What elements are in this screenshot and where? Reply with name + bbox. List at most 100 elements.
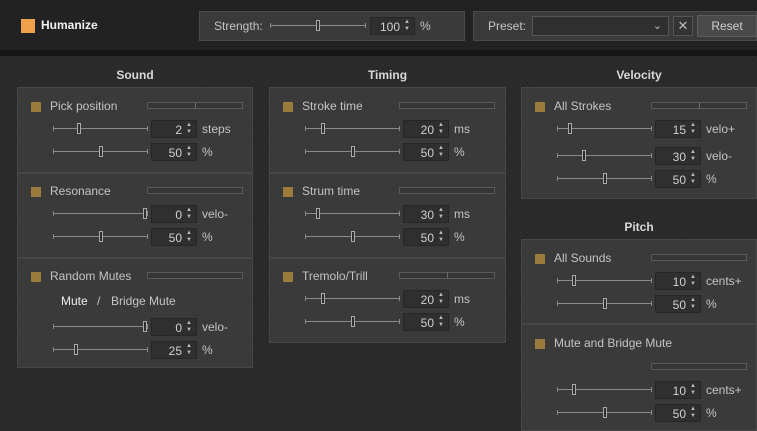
spin-arrows-icon[interactable]: ▲ ▼ bbox=[185, 343, 193, 357]
pick-position-checkbox[interactable] bbox=[31, 102, 41, 112]
all-strokes-checkbox[interactable] bbox=[535, 102, 545, 112]
spin-arrows-icon[interactable]: ▲ ▼ bbox=[689, 406, 697, 420]
value-spinbox[interactable]: 50 ▲ ▼ bbox=[655, 404, 701, 422]
value-spinbox[interactable]: 10 ▲ ▼ bbox=[655, 272, 701, 290]
value-spinbox[interactable]: 50 ▲ ▼ bbox=[655, 295, 701, 313]
slider-thumb[interactable] bbox=[581, 150, 586, 161]
slider-thumb[interactable] bbox=[316, 208, 321, 219]
spin-arrows-icon[interactable]: ▲ ▼ bbox=[437, 145, 445, 159]
slider[interactable] bbox=[305, 123, 400, 135]
slider[interactable] bbox=[557, 173, 652, 185]
spin-arrows-icon[interactable]: ▲ ▼ bbox=[437, 292, 445, 306]
value-spinbox[interactable]: 20 ▲ ▼ bbox=[403, 290, 449, 308]
spin-arrows-icon[interactable]: ▲ ▼ bbox=[689, 297, 697, 311]
random-mutes-checkbox[interactable] bbox=[31, 272, 41, 282]
value-spinbox[interactable]: 0 ▲ ▼ bbox=[151, 318, 197, 336]
slider[interactable] bbox=[53, 123, 148, 135]
preset-clear-button[interactable]: ✕ bbox=[673, 16, 693, 36]
slider[interactable] bbox=[305, 231, 400, 243]
slider[interactable] bbox=[557, 384, 652, 396]
spin-arrows-icon[interactable]: ▲ ▼ bbox=[689, 383, 697, 397]
spin-arrows-icon[interactable]: ▲ ▼ bbox=[437, 122, 445, 136]
slider-thumb[interactable] bbox=[602, 298, 607, 309]
spin-arrows-icon[interactable]: ▲ ▼ bbox=[689, 149, 697, 163]
slider-thumb[interactable] bbox=[98, 231, 103, 242]
slider-thumb[interactable] bbox=[143, 321, 148, 332]
spin-arrows-icon[interactable]: ▲ ▼ bbox=[185, 145, 193, 159]
slider-thumb[interactable] bbox=[602, 407, 607, 418]
spin-arrows-icon[interactable]: ▲ ▼ bbox=[689, 122, 697, 136]
slider[interactable] bbox=[305, 316, 400, 328]
group-random-mutes: Random Mutes Mute / Bridge Mute 0 ▲ ▼ velo… bbox=[17, 258, 253, 368]
strum-time-checkbox[interactable] bbox=[283, 187, 293, 197]
value-spinbox[interactable]: 50 ▲ ▼ bbox=[403, 313, 449, 331]
resonance-checkbox[interactable] bbox=[31, 187, 41, 197]
slider[interactable] bbox=[557, 275, 652, 287]
value-spinbox[interactable]: 30 ▲ ▼ bbox=[403, 205, 449, 223]
preset-panel: Preset: ⌄ ✕ Reset bbox=[473, 11, 757, 41]
slider[interactable] bbox=[53, 231, 148, 243]
humanize-toggle[interactable] bbox=[21, 19, 35, 33]
spin-arrows-icon[interactable]: ▲ ▼ bbox=[403, 19, 411, 33]
slider-thumb[interactable] bbox=[321, 123, 326, 134]
value-spinbox[interactable]: 30 ▲ ▼ bbox=[655, 147, 701, 165]
strength-slider-thumb[interactable] bbox=[316, 20, 320, 31]
slider[interactable] bbox=[53, 321, 148, 333]
spin-arrows-icon[interactable]: ▲ ▼ bbox=[185, 122, 193, 136]
slider[interactable] bbox=[53, 146, 148, 158]
value-spinbox[interactable]: 15 ▲ ▼ bbox=[655, 120, 701, 138]
spin-arrows-icon[interactable]: ▲ ▼ bbox=[689, 274, 697, 288]
spin-arrows-icon[interactable]: ▲ ▼ bbox=[689, 172, 697, 186]
slider-thumb[interactable] bbox=[572, 275, 577, 286]
slider[interactable] bbox=[305, 293, 400, 305]
spin-arrows-icon[interactable]: ▲ ▼ bbox=[437, 207, 445, 221]
spin-arrows-icon[interactable]: ▲ ▼ bbox=[437, 315, 445, 329]
value-spinbox[interactable]: 20 ▲ ▼ bbox=[403, 120, 449, 138]
slider[interactable] bbox=[305, 208, 400, 220]
slider-thumb[interactable] bbox=[143, 208, 148, 219]
value-spinbox[interactable]: 10 ▲ ▼ bbox=[655, 381, 701, 399]
strength-spinbox[interactable]: 100 ▲ ▼ bbox=[370, 17, 415, 35]
value-spinbox[interactable]: 0 ▲ ▼ bbox=[151, 205, 197, 223]
slider-thumb[interactable] bbox=[350, 146, 355, 157]
slider-thumb[interactable] bbox=[76, 123, 81, 134]
slider-thumb[interactable] bbox=[350, 231, 355, 242]
slider[interactable] bbox=[53, 208, 148, 220]
value-spinbox[interactable]: 50 ▲ ▼ bbox=[655, 170, 701, 188]
tremolo-trill-checkbox[interactable] bbox=[283, 272, 293, 282]
all-sounds-checkbox[interactable] bbox=[535, 254, 545, 264]
stroke-time-checkbox[interactable] bbox=[283, 102, 293, 112]
slider-thumb[interactable] bbox=[602, 173, 607, 184]
slider-thumb[interactable] bbox=[572, 384, 577, 395]
mute-option[interactable]: Mute bbox=[61, 294, 88, 308]
reset-button[interactable]: Reset bbox=[697, 15, 757, 37]
spin-arrows-icon[interactable]: ▲ ▼ bbox=[185, 207, 193, 221]
value-spinbox[interactable]: 50 ▲ ▼ bbox=[151, 228, 197, 246]
value-spinbox[interactable]: 50 ▲ ▼ bbox=[151, 143, 197, 161]
slider-thumb[interactable] bbox=[98, 146, 103, 157]
slider[interactable] bbox=[305, 146, 400, 158]
chevron-down-icon: ⌄ bbox=[652, 20, 662, 32]
slider[interactable] bbox=[557, 407, 652, 419]
mute-separator: / bbox=[97, 294, 101, 308]
spin-arrows-icon[interactable]: ▲ ▼ bbox=[185, 320, 193, 334]
slider-thumb[interactable] bbox=[321, 293, 326, 304]
slider[interactable] bbox=[557, 298, 652, 310]
value-spinbox[interactable]: 50 ▲ ▼ bbox=[403, 143, 449, 161]
strength-slider[interactable] bbox=[270, 20, 366, 32]
preset-dropdown[interactable]: ⌄ bbox=[532, 16, 669, 36]
value-spinbox[interactable]: 50 ▲ ▼ bbox=[403, 228, 449, 246]
spin-arrows-icon[interactable]: ▲ ▼ bbox=[437, 230, 445, 244]
slider-thumb[interactable] bbox=[568, 123, 573, 134]
value-spinbox[interactable]: 2 ▲ ▼ bbox=[151, 120, 197, 138]
value-spinbox[interactable]: 25 ▲ ▼ bbox=[151, 341, 197, 359]
bridge-mute-option[interactable]: Bridge Mute bbox=[111, 294, 176, 308]
mute-bridge-mute-checkbox[interactable] bbox=[535, 339, 545, 349]
slider[interactable] bbox=[557, 150, 652, 162]
slider-thumb[interactable] bbox=[350, 316, 355, 327]
slider[interactable] bbox=[557, 123, 652, 135]
spin-arrows-icon[interactable]: ▲ ▼ bbox=[185, 230, 193, 244]
slider-thumb[interactable] bbox=[73, 344, 78, 355]
slider[interactable] bbox=[53, 344, 148, 356]
strength-label: Strength: bbox=[214, 19, 263, 33]
